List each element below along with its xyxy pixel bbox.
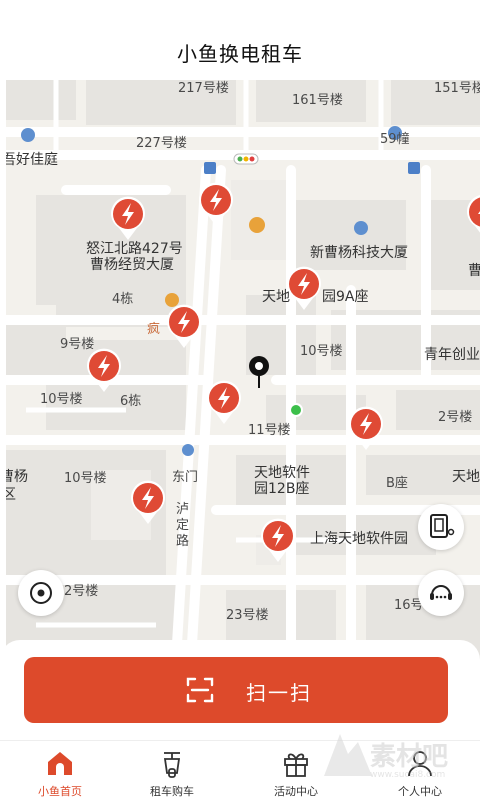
map-label: 161号楼 (292, 93, 343, 108)
station-marker[interactable] (464, 192, 480, 240)
app-header: 小鱼换电租车 (0, 0, 480, 80)
map-label: 23号楼 (226, 608, 269, 623)
customer-service-button[interactable] (418, 570, 464, 616)
map-label: 青年创业 (424, 347, 480, 363)
map-label: 疯 (147, 322, 161, 337)
map-label: 路 (176, 534, 190, 549)
map-label: 11号楼 (248, 423, 291, 438)
station-marker[interactable] (258, 516, 298, 564)
gift-icon (284, 753, 308, 777)
map-label: 4栋 (112, 292, 134, 307)
battery-cabinet-icon (430, 514, 455, 538)
map-label: 吾好佳庭 (6, 152, 58, 168)
watermark-url: www.sucai8.com (370, 770, 446, 780)
station-marker[interactable] (84, 346, 124, 394)
map-label: 2号楼 (64, 584, 99, 599)
station-marker[interactable] (346, 404, 386, 452)
current-position-dot (289, 403, 303, 417)
customer-service-icon (430, 585, 452, 600)
station-marker[interactable] (164, 302, 204, 350)
scan-icon (186, 677, 214, 703)
locate-button[interactable] (18, 570, 64, 616)
battery-cabinet-button[interactable] (418, 504, 464, 550)
page-title: 小鱼换电租车 (177, 42, 303, 66)
tab-label: 小鱼首页 (38, 785, 82, 798)
tab-label: 租车购车 (150, 785, 194, 798)
scan-label: 扫一扫 (246, 681, 312, 705)
map-label: 151号楼 (434, 81, 480, 96)
map-label: 东门 (172, 470, 199, 485)
map-base (6, 80, 480, 660)
watermark-logo-icon (324, 734, 372, 776)
station-marker[interactable] (204, 378, 244, 426)
station-marker[interactable] (128, 478, 168, 526)
station-marker[interactable] (108, 194, 148, 242)
map-label: 217号楼 (178, 81, 229, 96)
tab-rent-buy[interactable]: 租车购车 (112, 741, 232, 801)
map-label: B座 (386, 476, 408, 491)
scooter-icon (163, 752, 181, 778)
locate-icon (30, 582, 52, 604)
location-pin-icon (249, 356, 269, 388)
map-label: 10号楼 (40, 392, 83, 407)
map-label: 227号楼 (136, 136, 187, 151)
map-label: 2号楼 (438, 410, 473, 425)
home-icon (48, 752, 72, 775)
map-label: 新曹杨科技大厦 (310, 245, 408, 261)
map-label: 区 (6, 487, 16, 503)
map-label: 10号楼 (300, 344, 343, 359)
map-label: 上海天地软件园 (310, 531, 408, 547)
map-label: 天地 (452, 469, 480, 485)
watermark-text: 素材吧 (370, 742, 449, 772)
map-label: 59幢 (380, 132, 410, 147)
station-marker[interactable] (196, 180, 236, 228)
scan-button[interactable]: 扫一扫 (24, 657, 448, 723)
map-label: 曹杨经贸大厦 (90, 257, 174, 273)
map-label: 园9A座 (322, 289, 369, 305)
map-label: 曹 (468, 263, 480, 279)
map-label: 10号楼 (64, 471, 107, 486)
map-label: 园12B座 (254, 481, 310, 497)
map-label: 曹杨 (6, 469, 28, 485)
tab-home[interactable]: 小鱼首页 (0, 741, 120, 801)
station-marker[interactable] (284, 264, 324, 312)
map-view[interactable]: 217号楼 161号楼 151号楼 227号楼 59幢 吾好佳庭 怒江北路427… (6, 80, 480, 660)
watermark: 素材吧 www.sucai8.com (318, 722, 468, 792)
